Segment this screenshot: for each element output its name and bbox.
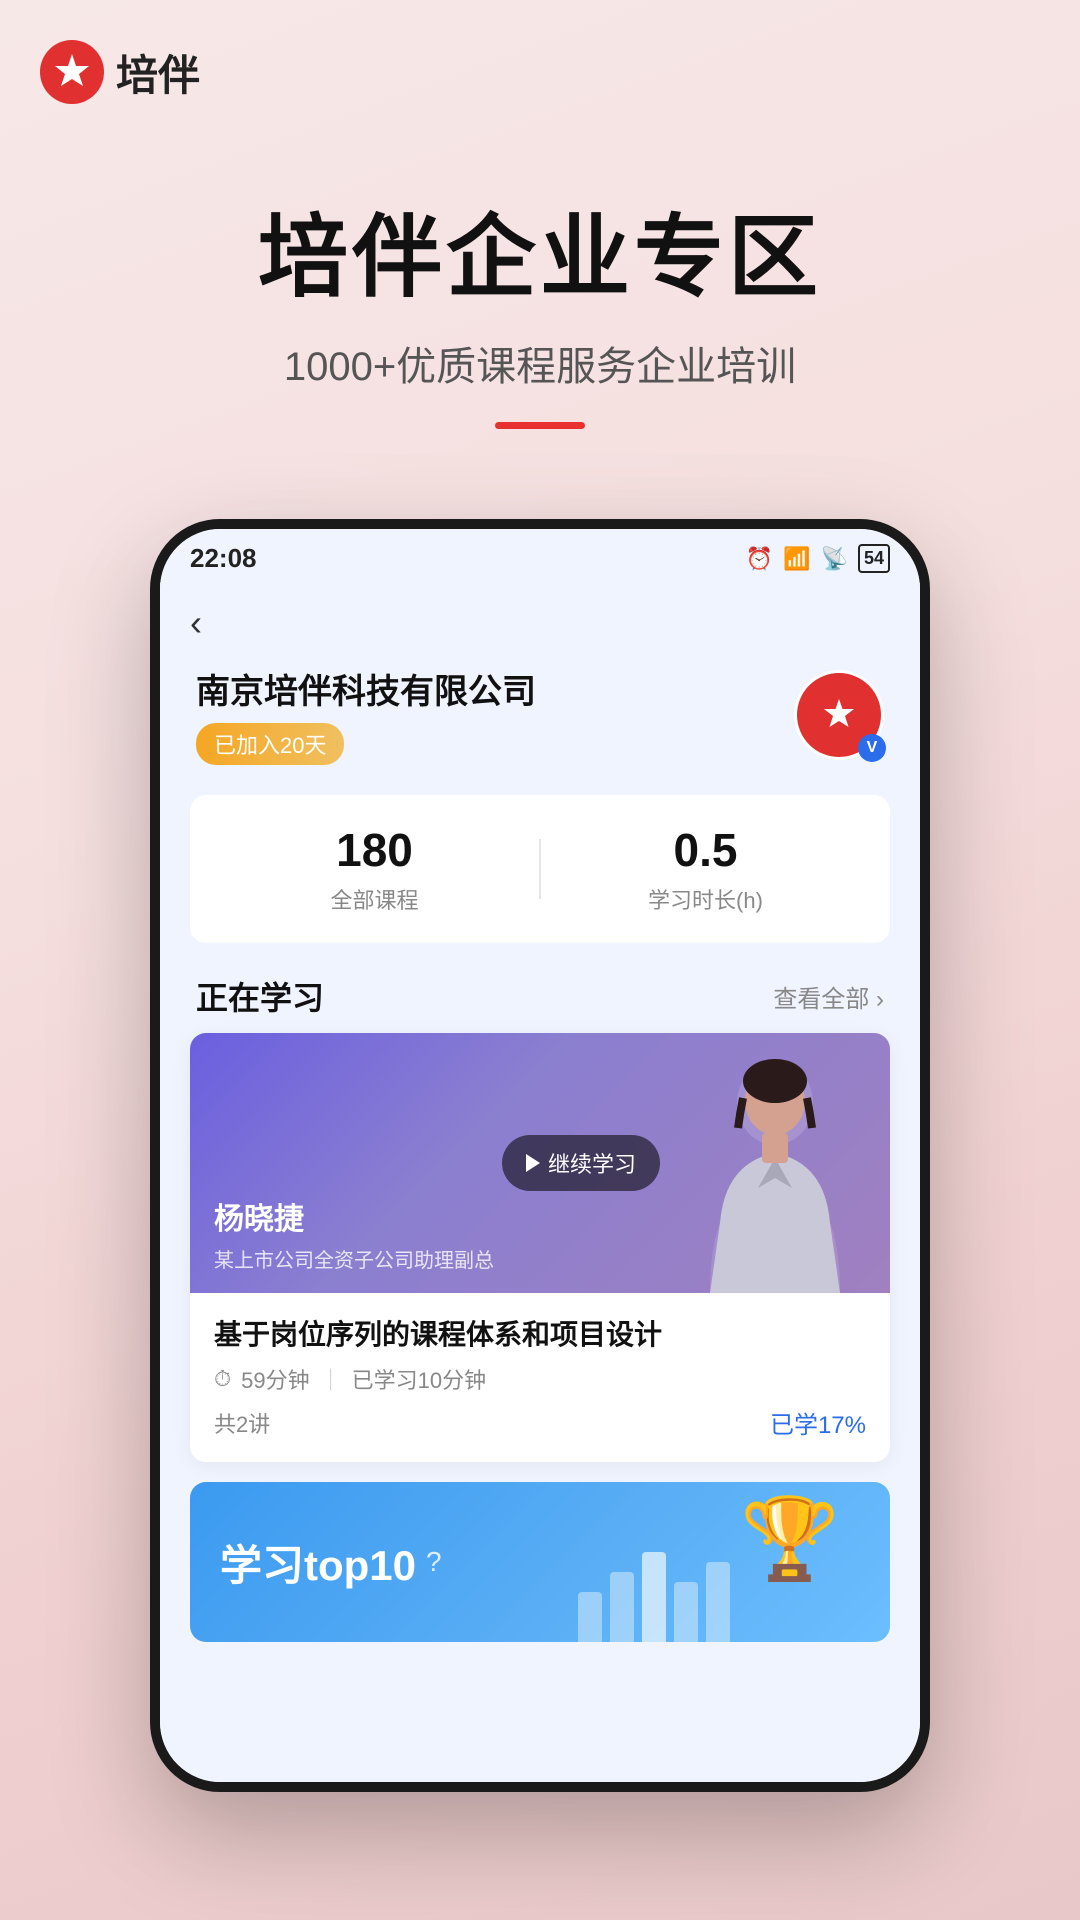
status-bar: 22:08 ⏰ 📶 📡 54 [160,529,920,582]
chart-col-4 [674,1582,698,1642]
teacher-silhouette [680,1043,870,1293]
chart-col-1 [578,1592,602,1642]
course-lessons: 共2讲 [214,1407,270,1439]
courses-value: 180 [210,823,539,877]
studying-title: 正在学习 [196,973,324,1019]
wifi-icon: 📡 [821,546,848,572]
studying-section-header: 正在学习 查看全部 › [160,963,920,1033]
company-section: 南京培伴科技有限公司 已加入20天 V [160,654,920,785]
battery-icon: 54 [858,544,890,573]
play-icon [526,1154,540,1172]
course-studied: 已学习10分钟 [352,1363,486,1395]
status-time: 22:08 [190,543,257,574]
top-nav: ‹ [160,582,920,654]
teacher-title: 某上市公司全资子公司助理副总 [214,1244,494,1273]
clock-icon: ⏱ [214,1366,231,1392]
alarm-icon: ⏰ [746,546,773,572]
meta-sep: ｜ [320,1363,342,1395]
course-progress-row: 共2讲 已学17% [214,1405,866,1440]
trophy-icon: 🏆 [740,1492,840,1586]
chart-col-5 [706,1562,730,1642]
hero-divider [495,422,585,429]
logo-text: 培伴 [116,42,200,103]
top10-question-icon: ? [426,1546,442,1578]
chart-col-2 [610,1572,634,1642]
hero-subtitle: 1000+优质课程服务企业培训 [40,334,1040,392]
top10-card[interactable]: 学习top10 ? 🏆 [190,1482,890,1642]
courses-label: 全部课程 [210,883,539,915]
course-thumbnail: 杨晓捷 某上市公司全资子公司助理副总 继续学习 [190,1033,890,1293]
teacher-name: 杨晓捷 [214,1194,494,1238]
company-badge: 已加入20天 [196,723,344,765]
hero-section: 培伴企业专区 1000+优质课程服务企业培训 [0,124,1080,469]
company-info: 南京培伴科技有限公司 已加入20天 [196,664,536,765]
course-card[interactable]: 杨晓捷 某上市公司全资子公司助理副总 继续学习 基于岗位序列的课程体系和项目设计… [190,1033,890,1462]
top10-chart [578,1552,730,1642]
hours-value: 0.5 [541,823,870,877]
status-icons: ⏰ 📶 📡 54 [746,544,890,573]
course-title: 基于岗位序列的课程体系和项目设计 [214,1313,866,1353]
top10-label: 学习top10 [220,1532,416,1593]
course-meta: ⏱ 59分钟 ｜ 已学习10分钟 [214,1363,866,1395]
continue-label: 继续学习 [548,1147,636,1179]
hours-label: 学习时长(h) [541,883,870,915]
course-info: 基于岗位序列的课程体系和项目设计 ⏱ 59分钟 ｜ 已学习10分钟 共2讲 已学… [190,1293,890,1462]
company-avatar: V [794,670,884,760]
view-all-link[interactable]: 查看全部 › [773,979,884,1014]
avatar-flower-icon [809,685,869,745]
chart-col-3 [642,1552,666,1642]
stat-courses: 180 全部课程 [210,823,539,915]
teacher-info: 杨晓捷 某上市公司全资子公司助理副总 [214,1194,494,1273]
signal-icon: 📶 [783,546,810,572]
app-content: ‹ 南京培伴科技有限公司 已加入20天 [160,582,920,1782]
back-button[interactable]: ‹ [190,602,202,644]
logo-icon [40,40,104,104]
course-duration: 59分钟 [241,1363,309,1395]
verified-badge: V [858,734,886,762]
stat-hours: 0.5 学习时长(h) [541,823,870,915]
company-name: 南京培伴科技有限公司 [196,664,536,713]
stats-card: 180 全部课程 0.5 学习时长(h) [190,795,890,943]
phone-mockup: 22:08 ⏰ 📶 📡 54 ‹ 南京培伴科技有限公司 已加入20天 [150,519,930,1792]
course-progress: 已学17% [770,1405,866,1440]
hero-title: 培伴企业专区 [40,184,1040,314]
continue-button[interactable]: 继续学习 [502,1135,660,1191]
app-header: 培伴 [0,0,1080,124]
phone-wrapper: 22:08 ⏰ 📶 📡 54 ‹ 南京培伴科技有限公司 已加入20天 [0,469,1080,1792]
